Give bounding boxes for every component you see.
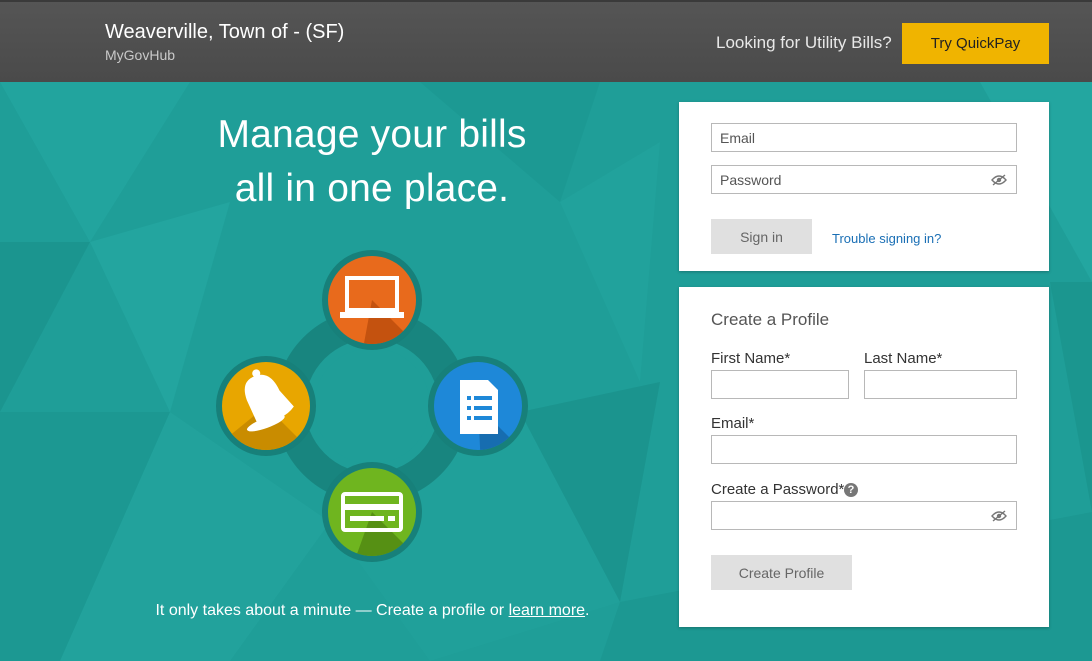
eye-slash-icon[interactable] — [991, 174, 1007, 186]
profile-email-field[interactable] — [711, 435, 1017, 464]
top-header: Weaverville, Town of - (SF) MyGovHub Loo… — [0, 0, 1092, 82]
create-profile-button[interactable]: Create Profile — [711, 555, 852, 590]
hero-title-line1: Manage your bills — [217, 113, 527, 156]
create-profile-title: Create a Profile — [711, 310, 830, 329]
eye-slash-icon[interactable] — [991, 510, 1007, 522]
profile-email-input[interactable] — [712, 436, 1016, 463]
hero-title: Manage your bills all in one place. — [160, 108, 584, 216]
first-name-field[interactable] — [711, 370, 849, 399]
last-name-label: Last Name* — [864, 350, 943, 367]
hero-graphic — [212, 248, 532, 573]
learn-more-link[interactable]: learn more — [509, 602, 585, 619]
try-quickpay-button[interactable]: Try QuickPay — [902, 23, 1049, 64]
signin-email-field[interactable] — [711, 123, 1017, 152]
first-name-label: First Name* — [711, 350, 791, 367]
profile-password-field[interactable] — [711, 501, 1017, 530]
hero-note-text: It only takes about a minute — Create a … — [155, 602, 509, 619]
utility-bills-question: Looking for Utility Bills? — [716, 33, 892, 52]
signin-card: Sign in Trouble signing in? — [679, 102, 1049, 271]
last-name-field[interactable] — [864, 370, 1017, 399]
first-name-input[interactable] — [712, 371, 848, 398]
create-password-label: Create a Password* — [711, 481, 845, 498]
help-icon[interactable]: ? — [844, 483, 858, 497]
hero-note: It only takes about a minute — Create a … — [100, 602, 645, 620]
create-profile-card: Create a Profile First Name* Last Name* … — [679, 287, 1049, 627]
org-name: Weaverville, Town of - (SF) — [105, 21, 345, 43]
credit-card-icon — [322, 462, 422, 562]
signin-password-input[interactable] — [712, 166, 1016, 193]
signin-email-input[interactable] — [712, 124, 1016, 151]
hero-title-line2: all in one place. — [234, 167, 510, 210]
email-label: Email* — [711, 415, 755, 432]
trouble-signing-in-link[interactable]: Trouble signing in? — [832, 231, 941, 246]
hero-note-end: . — [585, 602, 590, 619]
signin-button[interactable]: Sign in — [711, 219, 812, 254]
signin-password-field[interactable] — [711, 165, 1017, 194]
profile-password-input[interactable] — [712, 502, 1016, 529]
org-subtitle: MyGovHub — [105, 47, 176, 63]
last-name-input[interactable] — [865, 371, 1016, 398]
